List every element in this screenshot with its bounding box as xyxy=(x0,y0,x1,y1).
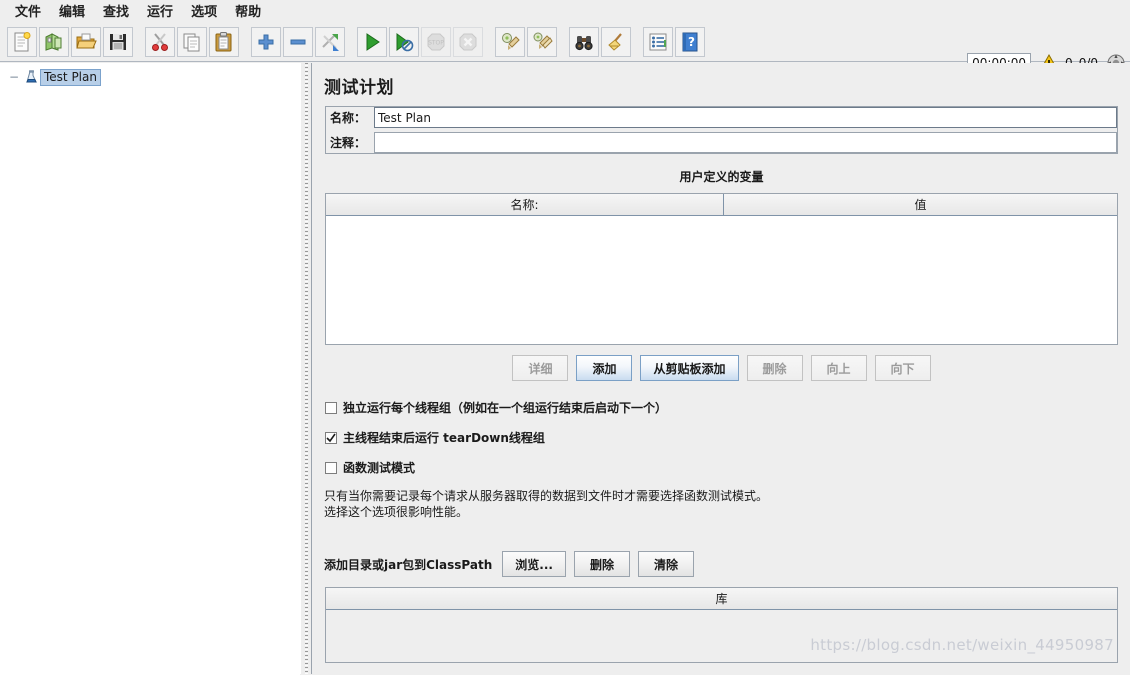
svg-text:STOP: STOP xyxy=(428,39,444,46)
paste-icon[interactable] xyxy=(209,26,239,57)
toolbar-group-clear xyxy=(494,26,558,58)
test-plan-tree[interactable]: − Test Plan xyxy=(0,63,300,675)
templates-icon[interactable] xyxy=(39,26,69,57)
page-title: 测试计划 xyxy=(324,78,394,98)
tree-row-test-plan[interactable]: − Test Plan xyxy=(0,68,300,86)
delete-button: 删除 xyxy=(746,355,803,381)
toolbar: STOP ? xyxy=(0,22,1130,73)
variable-button-row: 详细 添加 从剪贴板添加 删除 向上 向下 xyxy=(313,355,1130,381)
classpath-clear-button[interactable]: 清除 xyxy=(637,551,694,577)
column-header-value: 值 xyxy=(724,194,1117,215)
toolbar-group-search xyxy=(568,26,632,58)
save-icon[interactable] xyxy=(103,26,133,57)
classpath-row: 添加目录或jar包到ClassPath 浏览... 删除 清除 xyxy=(324,551,1130,577)
clear-all-icon[interactable] xyxy=(527,26,557,57)
menu-file[interactable]: 文件 xyxy=(6,0,50,23)
stop-icon: STOP xyxy=(421,26,451,57)
menu-search[interactable]: 查找 xyxy=(94,0,138,23)
menu-bar: 文件 编辑 查找 运行 选项 帮助 xyxy=(0,0,1130,22)
jmeter-window: 文件 编辑 查找 运行 选项 帮助 STOP ? − Test Plan 测试计… xyxy=(0,0,1130,675)
name-comment-fields: 名称： Test Plan 注释： xyxy=(325,106,1118,154)
clear-icon[interactable] xyxy=(495,26,525,57)
menu-run[interactable]: 运行 xyxy=(138,0,182,23)
svg-text:?: ? xyxy=(688,35,695,49)
run-teardown-after-shutdown-row[interactable]: 主线程结束后运行 tearDown线程组 xyxy=(325,429,1130,446)
reset-search-broom-icon[interactable] xyxy=(601,26,631,57)
move-up-button: 向上 xyxy=(810,355,867,381)
toolbar-group-edit xyxy=(144,26,240,58)
functional-test-mode-row[interactable]: 函数测试模式 xyxy=(325,459,1130,476)
run-thread-groups-consecutively-row[interactable]: 独立运行每个线程组（例如在一个组运行结束后启动下一个） xyxy=(325,399,1130,416)
copy-icon[interactable] xyxy=(177,26,207,57)
new-document-icon[interactable] xyxy=(7,26,37,57)
browse-button[interactable]: 浏览... xyxy=(502,551,566,577)
name-input[interactable]: Test Plan xyxy=(374,107,1117,128)
user-defined-variables-table[interactable]: 名称: 值 xyxy=(325,193,1118,345)
menu-help[interactable]: 帮助 xyxy=(226,0,270,23)
toolbar-group-file xyxy=(6,26,134,58)
log-viewer-icon[interactable] xyxy=(643,26,673,57)
run-thread-groups-consecutively-label: 独立运行每个线程组（例如在一个组运行结束后启动下一个） xyxy=(343,401,668,415)
run-teardown-after-shutdown-label: 主线程结束后运行 tearDown线程组 xyxy=(343,431,545,445)
toolbar-group-tree xyxy=(250,26,346,58)
run-teardown-after-shutdown-checkbox[interactable] xyxy=(325,431,337,444)
start-no-pauses-icon[interactable] xyxy=(389,26,419,57)
split-grip-icon xyxy=(305,63,308,674)
library-table[interactable]: 库 xyxy=(325,587,1118,663)
comment-label: 注释： xyxy=(330,136,367,150)
tree-expander-icon[interactable]: − xyxy=(6,71,22,83)
variables-table-body[interactable] xyxy=(326,216,1117,344)
functional-test-mode-checkbox[interactable] xyxy=(325,461,337,474)
comment-input[interactable] xyxy=(374,132,1117,153)
toolbar-group-help: ? xyxy=(642,26,706,58)
shutdown-icon xyxy=(453,26,483,57)
functional-mode-help-line2: 选择这个选项很影响性能。 xyxy=(324,505,469,519)
search-binoculars-icon[interactable] xyxy=(569,26,599,57)
library-column-header: 库 xyxy=(326,588,1117,610)
menu-edit[interactable]: 编辑 xyxy=(50,0,94,23)
classpath-delete-button[interactable]: 删除 xyxy=(573,551,630,577)
start-play-icon[interactable] xyxy=(357,26,387,57)
test-plan-flask-icon xyxy=(22,69,40,85)
open-folder-icon[interactable] xyxy=(71,26,101,57)
menu-options[interactable]: 选项 xyxy=(182,0,226,23)
detail-button: 详细 xyxy=(512,355,569,381)
collapse-minus-icon[interactable] xyxy=(283,26,313,57)
test-plan-editor: 测试计划 名称： Test Plan 注释： 用户定义的变量 名称: 值 详细 … xyxy=(313,63,1130,674)
toggle-icon[interactable] xyxy=(315,26,345,57)
run-thread-groups-consecutively-checkbox[interactable] xyxy=(325,401,337,414)
name-row: 名称： Test Plan xyxy=(326,107,1117,128)
help-icon[interactable]: ? xyxy=(675,26,705,57)
add-from-clipboard-button[interactable]: 从剪贴板添加 xyxy=(640,355,739,381)
split-divider[interactable] xyxy=(300,63,312,674)
functional-test-mode-label: 函数测试模式 xyxy=(343,461,416,475)
expand-plus-icon[interactable] xyxy=(251,26,281,57)
name-label: 名称： xyxy=(330,111,367,125)
user-defined-variables-heading: 用户定义的变量 xyxy=(679,170,764,184)
toolbar-group-run: STOP xyxy=(356,26,484,58)
test-plan-options: 独立运行每个线程组（例如在一个组运行结束后启动下一个） 主线程结束后运行 tea… xyxy=(325,399,1130,476)
move-down-button: 向下 xyxy=(874,355,931,381)
classpath-label: 添加目录或jar包到ClassPath xyxy=(324,557,493,572)
column-header-name: 名称: xyxy=(326,194,724,215)
add-button[interactable]: 添加 xyxy=(576,355,633,381)
comment-row: 注释： xyxy=(326,132,1117,153)
cut-scissors-icon[interactable] xyxy=(145,26,175,57)
variables-table-header: 名称: 值 xyxy=(326,194,1117,216)
library-table-body[interactable] xyxy=(326,610,1117,662)
tree-item-label[interactable]: Test Plan xyxy=(40,68,101,86)
